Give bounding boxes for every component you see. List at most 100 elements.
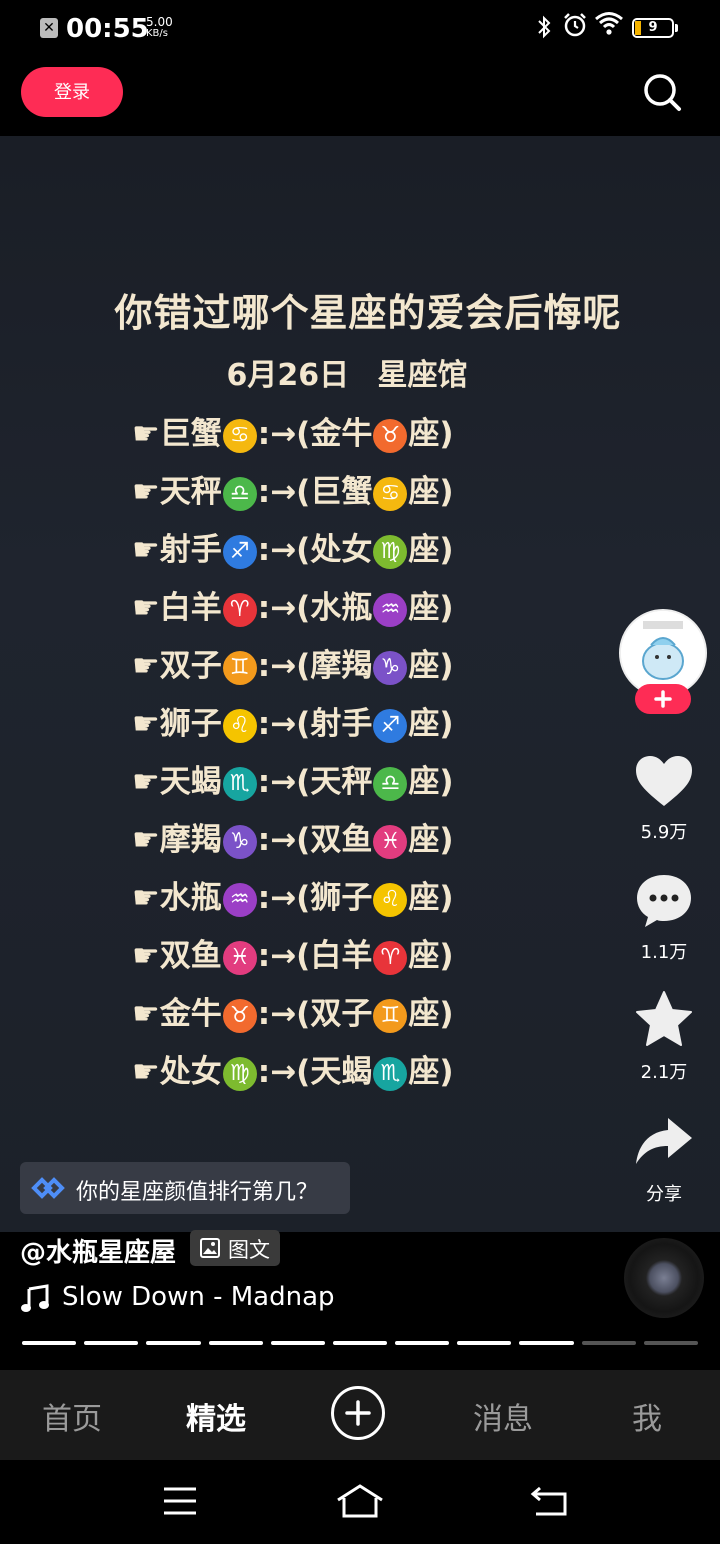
back-icon[interactable] (530, 1486, 568, 1522)
suffix-text: 座) (408, 996, 454, 1032)
pointer-icon: ☛ (132, 474, 160, 510)
system-navigation-bar (0, 1460, 720, 1544)
topic-banner[interactable]: 你的星座颜值排行第几？ (20, 1162, 350, 1214)
zodiac-sign-name: 处女 (159, 1054, 222, 1090)
zodiac-sign-name: 双子 (159, 648, 222, 684)
suffix-text: 座) (408, 474, 454, 510)
zodiac-pair-row: ☛双鱼 ♓:→(白羊 ♈ 座) (132, 930, 454, 975)
image-post-tag: 图文 (190, 1230, 280, 1266)
tab-me[interactable]: 我 (632, 1394, 662, 1438)
link-icon (30, 1174, 66, 1206)
arrow-text: :→( (257, 474, 311, 510)
pointer-icon: ☛ (132, 938, 160, 974)
progress-segment (643, 1341, 698, 1345)
arrow-text: :→( (257, 1054, 311, 1090)
zodiac-symbol-icon: ♈ (373, 940, 408, 975)
progress-segment (84, 1341, 139, 1345)
zodiac-match-name: 狮子 (310, 880, 373, 916)
zodiac-symbol-icon: ♎ (373, 766, 408, 801)
tab-messages[interactable]: 消息 (473, 1394, 533, 1438)
image-icon (200, 1238, 220, 1262)
battery-icon: 9 (632, 18, 678, 38)
music-disc[interactable] (624, 1238, 704, 1318)
tab-home[interactable]: 首页 (42, 1394, 102, 1438)
pointer-icon: ☛ (132, 1054, 160, 1090)
zodiac-symbol-icon: ♊ (373, 998, 408, 1033)
home-icon[interactable] (336, 1484, 384, 1522)
like-icon[interactable] (634, 754, 694, 814)
login-button[interactable]: 登录 (21, 67, 123, 117)
zodiac-match-name: 金牛 (310, 416, 373, 452)
zodiac-sign-name: 双鱼 (159, 938, 222, 974)
progress-segment (208, 1341, 263, 1345)
zodiac-symbol-icon: ♓ (222, 940, 257, 975)
favorite-count: 2.1万 (640, 1062, 688, 1083)
favorite-icon[interactable] (634, 990, 694, 1052)
suffix-text: 座) (408, 590, 454, 626)
share-icon[interactable] (634, 1116, 694, 1172)
search-icon[interactable] (642, 72, 682, 112)
pointer-icon: ☛ (132, 764, 160, 800)
zodiac-sign-name: 金牛 (159, 996, 222, 1032)
create-post-button[interactable] (331, 1386, 385, 1440)
zodiac-symbol-icon: ♉ (373, 418, 408, 453)
author-name[interactable]: @水瓶星座屋 (20, 1232, 176, 1269)
progress-segment (22, 1341, 77, 1345)
progress-segment (395, 1341, 450, 1345)
pointer-icon: ☛ (132, 532, 160, 568)
tab-featured[interactable]: 精选 (186, 1394, 246, 1438)
arrow-text: :→( (257, 532, 311, 568)
zodiac-symbol-icon: ♑ (373, 650, 408, 685)
zodiac-match-name: 摩羯 (310, 648, 373, 684)
suffix-text: 座) (408, 648, 454, 684)
arrow-text: :→( (257, 822, 311, 858)
suffix-text: 座) (408, 1054, 454, 1090)
music-title: Slow Down - Madnap (62, 1282, 335, 1312)
suffix-text: 座) (408, 822, 454, 858)
zodiac-match-name: 处女 (310, 532, 373, 568)
comment-icon[interactable] (634, 872, 694, 934)
suffix-text: 座) (408, 706, 454, 742)
zodiac-match-name: 水瓶 (310, 590, 373, 626)
zodiac-symbol-icon: ♈ (222, 592, 257, 627)
like-count: 5.9万 (640, 822, 688, 843)
alarm-icon (562, 12, 588, 44)
zodiac-match-name: 天蝎 (310, 1054, 373, 1090)
pointer-icon: ☛ (132, 648, 160, 684)
zodiac-pair-row: ☛金牛 ♉:→(双子 ♊ 座) (132, 988, 454, 1033)
zodiac-sign-name: 水瓶 (159, 880, 222, 916)
zodiac-symbol-icon: ♉ (222, 998, 257, 1033)
arrow-text: :→( (257, 590, 311, 626)
arrow-text: :→( (257, 938, 311, 974)
bluetooth-icon (536, 14, 552, 46)
zodiac-symbol-icon: ♌ (373, 882, 408, 917)
zodiac-symbol-icon: ♒ (222, 882, 257, 917)
zodiac-match-name: 天秤 (310, 764, 373, 800)
suffix-text: 座) (408, 938, 454, 974)
follow-button[interactable] (635, 684, 691, 714)
zodiac-pair-row: ☛处女 ♍:→(天蝎 ♏ 座) (132, 1046, 454, 1091)
zodiac-symbol-icon: ♍ (222, 1056, 257, 1091)
progress-segment (457, 1341, 512, 1345)
arrow-text: :→( (257, 416, 311, 452)
zodiac-symbol-icon: ♏ (222, 766, 257, 801)
menu-icon[interactable] (162, 1486, 198, 1520)
pointer-icon: ☛ (132, 706, 160, 742)
wifi-icon (594, 10, 624, 43)
pointer-icon: ☛ (132, 822, 160, 858)
zodiac-symbol-icon: ♐ (373, 708, 408, 743)
zodiac-symbol-icon: ♋ (373, 476, 408, 511)
zodiac-pair-row: ☛天秤 ♎:→(巨蟹 ♋ 座) (132, 466, 454, 511)
arrow-text: :→( (257, 648, 311, 684)
zodiac-sign-name: 天蝎 (159, 764, 222, 800)
suffix-text: 座) (408, 764, 454, 800)
zodiac-sign-name: 巨蟹 (159, 416, 222, 452)
zodiac-symbol-icon: ♍ (373, 534, 408, 569)
zodiac-symbol-icon: ♏ (373, 1056, 408, 1091)
bottom-navigation: 首页 精选 消息 我 (0, 1370, 720, 1460)
comment-count: 1.1万 (640, 942, 688, 963)
zodiac-match-name: 双子 (310, 996, 373, 1032)
zodiac-sign-name: 射手 (159, 532, 222, 568)
zodiac-match-name: 射手 (310, 706, 373, 742)
zodiac-pair-row: ☛双子 ♊:→(摩羯 ♑ 座) (132, 640, 454, 685)
